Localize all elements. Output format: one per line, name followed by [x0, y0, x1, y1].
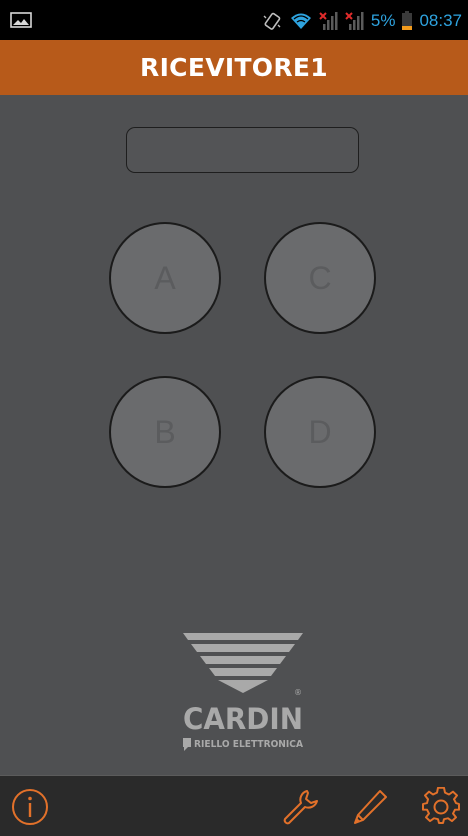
status-bar: 5% 08:37 — [0, 0, 468, 40]
wrench-icon — [283, 790, 318, 825]
battery-low-icon — [401, 11, 413, 31]
settings-wrench-button[interactable] — [280, 787, 320, 827]
info-button[interactable] — [10, 787, 50, 827]
logo-brand: CARDIN — [183, 702, 303, 736]
image-icon — [10, 12, 32, 28]
vibrate-icon — [261, 10, 283, 32]
remote-panel: A C B D CARDIN ® RIELLO ELETTRONICA — [0, 95, 468, 775]
cardin-logo: CARDIN ® RIELLO ELETTRONICA — [183, 633, 303, 751]
wifi-icon — [289, 11, 313, 31]
pencil-icon — [354, 790, 387, 824]
logo-subtitle: RIELLO ELETTRONICA — [194, 739, 303, 750]
page-title: RICEVITORE1 — [140, 53, 328, 82]
remote-button-a[interactable]: A — [109, 222, 221, 334]
status-icons: 5% 08:37 — [261, 10, 462, 32]
remote-button-d[interactable]: D — [264, 376, 376, 488]
battery-percent: 5% — [370, 11, 396, 30]
info-icon — [12, 789, 48, 825]
gear-icon — [422, 787, 460, 824]
remote-button-b[interactable]: B — [109, 376, 221, 488]
settings-button[interactable] — [421, 787, 461, 827]
clock: 08:37 — [419, 11, 462, 30]
bottom-toolbar — [0, 775, 468, 836]
signal-no-service-icon — [319, 10, 339, 32]
remote-button-c[interactable]: C — [264, 222, 376, 334]
code-display — [126, 127, 359, 173]
signal-no-service-icon — [345, 10, 365, 32]
app-bar: RICEVITORE1 — [0, 40, 468, 95]
logo-registered-mark: ® — [294, 688, 302, 697]
edit-button[interactable] — [350, 787, 390, 827]
